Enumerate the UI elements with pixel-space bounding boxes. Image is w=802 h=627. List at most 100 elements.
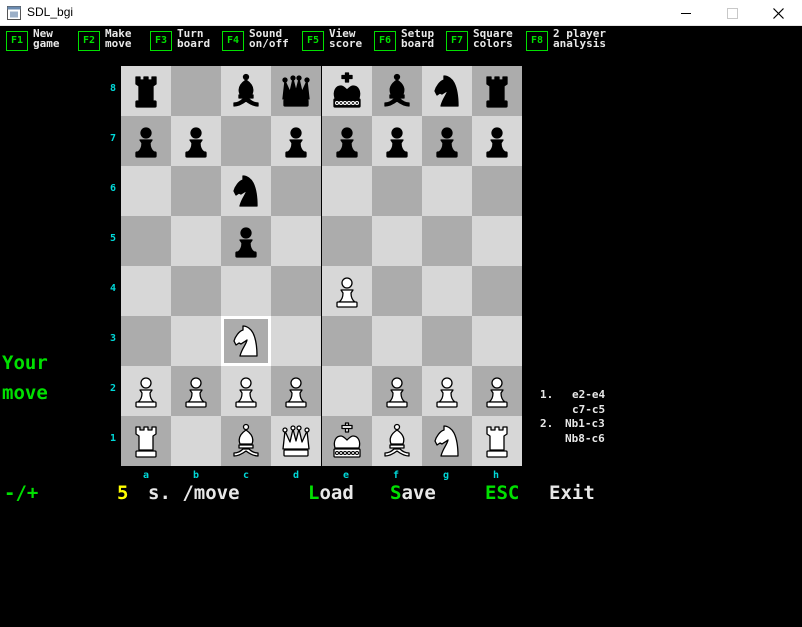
square-e6[interactable]	[321, 166, 372, 216]
square-a2[interactable]	[121, 366, 171, 416]
square-f7[interactable]	[371, 116, 422, 166]
square-d2[interactable]	[271, 366, 322, 416]
square-h4[interactable]	[471, 266, 522, 316]
f5-key: F5	[302, 31, 324, 51]
square-b1[interactable]	[171, 416, 222, 466]
rank-label-2: 2	[110, 383, 117, 394]
black-move: c7-c5	[572, 402, 606, 416]
square-g5[interactable]	[421, 216, 472, 266]
square-g1[interactable]	[421, 416, 472, 466]
square-g4[interactable]	[421, 266, 472, 316]
square-f5[interactable]	[371, 216, 422, 266]
f5-label-line2: score	[329, 37, 363, 50]
file-label-d: d	[292, 470, 300, 481]
square-d4[interactable]	[271, 266, 322, 316]
black-pawn-icon	[135, 127, 157, 158]
minimize-button[interactable]	[664, 0, 710, 26]
square-g2[interactable]	[421, 366, 472, 416]
load-button[interactable]: Load	[308, 482, 354, 506]
square-d8[interactable]	[271, 66, 322, 116]
minimize-icon	[681, 13, 691, 14]
square-e3[interactable]	[321, 316, 372, 366]
black-pawn-icon	[235, 227, 257, 258]
title-bar: SDL_bgi	[0, 0, 802, 26]
square-b2[interactable]	[171, 366, 222, 416]
square-h7[interactable]	[471, 116, 522, 166]
square-b6[interactable]	[171, 166, 222, 216]
save-button[interactable]: Save	[390, 482, 436, 506]
square-d3[interactable]	[271, 316, 322, 366]
square-g6[interactable]	[421, 166, 472, 216]
black-pawn-icon	[386, 127, 408, 158]
black-king-icon	[332, 72, 361, 108]
save-label: ave	[401, 482, 436, 504]
square-h1[interactable]	[471, 416, 522, 466]
square-e2[interactable]	[321, 366, 372, 416]
black-knight-icon	[233, 175, 258, 207]
file-label-g: g	[442, 470, 450, 481]
square-c7[interactable]	[221, 116, 272, 166]
square-f2[interactable]	[371, 366, 422, 416]
square-a4[interactable]	[121, 266, 171, 316]
square-e1[interactable]	[321, 416, 372, 466]
square-c1[interactable]	[221, 416, 272, 466]
square-a1[interactable]	[121, 416, 171, 466]
close-button[interactable]	[756, 0, 802, 26]
square-a6[interactable]	[121, 166, 171, 216]
f3-key: F3	[150, 31, 172, 51]
f4-label-line2: on/off	[249, 37, 289, 50]
maximize-button[interactable]	[710, 0, 756, 26]
square-c4[interactable]	[221, 266, 272, 316]
square-b3[interactable]	[171, 316, 222, 366]
status-line1: Your	[2, 352, 48, 374]
square-a7[interactable]	[121, 116, 171, 166]
exit-label[interactable]: Exit	[549, 482, 595, 506]
square-h8[interactable]	[471, 66, 522, 116]
esc-key[interactable]: ESC	[485, 482, 519, 506]
square-e8[interactable]	[321, 66, 372, 116]
square-b5[interactable]	[171, 216, 222, 266]
square-g3[interactable]	[421, 316, 472, 366]
white-pawn-icon	[386, 377, 408, 408]
square-d7[interactable]	[271, 116, 322, 166]
square-c8[interactable]	[221, 66, 272, 116]
rank-label-7: 7	[110, 133, 117, 144]
square-a5[interactable]	[121, 216, 171, 266]
square-b8[interactable]	[171, 66, 222, 116]
file-label-e: e	[342, 470, 350, 481]
square-c5[interactable]	[221, 216, 272, 266]
square-c2[interactable]	[221, 366, 272, 416]
square-b7[interactable]	[171, 116, 222, 166]
square-e7[interactable]	[321, 116, 372, 166]
square-f8[interactable]	[371, 66, 422, 116]
square-g8[interactable]	[421, 66, 472, 116]
file-label-c: c	[242, 470, 250, 481]
white-move: e2-e4	[572, 388, 606, 401]
f7-label-line2: colors	[473, 37, 513, 50]
square-h2[interactable]	[471, 366, 522, 416]
square-f3[interactable]	[371, 316, 422, 366]
f8-label-line2: analysis	[553, 37, 606, 50]
square-g7[interactable]	[421, 116, 472, 166]
square-h5[interactable]	[471, 216, 522, 266]
time-adjust-control[interactable]: -/+	[4, 482, 38, 506]
square-b4[interactable]	[171, 266, 222, 316]
chess-board[interactable]	[121, 66, 522, 467]
square-e4[interactable]	[321, 266, 372, 316]
square-f4[interactable]	[371, 266, 422, 316]
square-f6[interactable]	[371, 166, 422, 216]
square-a3[interactable]	[121, 316, 171, 366]
square-h6[interactable]	[471, 166, 522, 216]
square-a8[interactable]	[121, 66, 171, 116]
app-window-icon	[7, 6, 21, 20]
square-h3[interactable]	[471, 316, 522, 366]
square-d6[interactable]	[271, 166, 322, 216]
white-rook-icon	[135, 426, 157, 458]
square-c6[interactable]	[221, 166, 272, 216]
square-d1[interactable]	[271, 416, 322, 466]
square-d5[interactable]	[271, 216, 322, 266]
square-c3[interactable]	[221, 316, 272, 366]
square-e5[interactable]	[321, 216, 372, 266]
f2-label-line2: move	[105, 37, 132, 50]
square-f1[interactable]	[371, 416, 422, 466]
